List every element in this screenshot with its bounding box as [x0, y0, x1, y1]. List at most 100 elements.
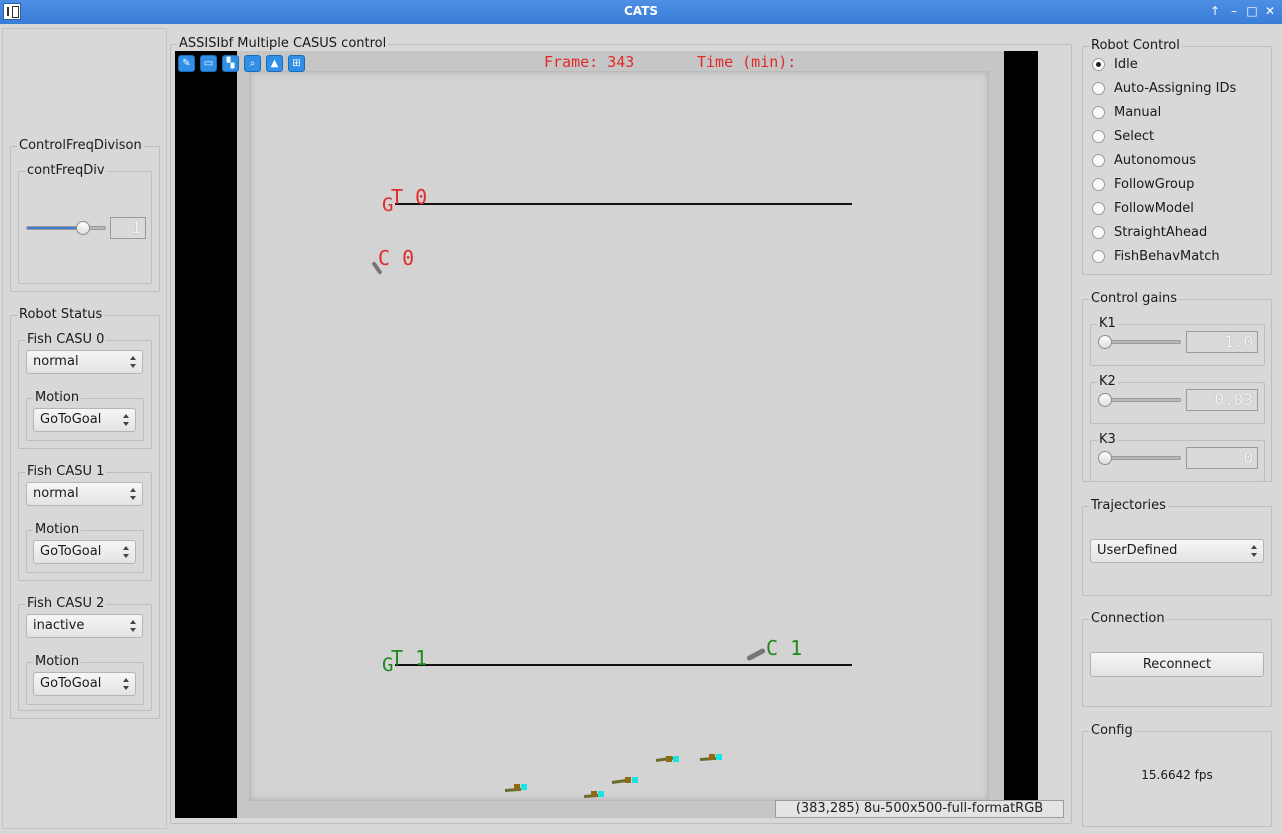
goal-1-g-label: G [382, 654, 394, 676]
chevron-updown-icon [130, 356, 137, 368]
cont-freq-slider-handle[interactable] [75, 221, 90, 235]
gain-slider-handle[interactable] [1098, 451, 1112, 465]
zoom-fit-icon[interactable]: ▲ [266, 55, 283, 72]
fish-head [673, 756, 679, 762]
time-label: Time (min): [697, 53, 797, 71]
control-gains-title: Control gains [1089, 291, 1179, 307]
viewer-title: ASSISIbf Multiple CASUS control [177, 36, 389, 52]
gain-slider-handle[interactable] [1098, 393, 1112, 407]
radio-button[interactable] [1092, 154, 1105, 167]
chevron-updown-icon [123, 414, 130, 426]
cont-freq-lcd: 1 [110, 217, 146, 239]
arena-floor [249, 71, 989, 801]
gain-label: K2 [1097, 374, 1118, 390]
fish-casu-1-title: Fish CASU 1 [25, 464, 107, 480]
fish-casu-0-mode-value: normal [33, 354, 79, 369]
robot-control-option[interactable]: Idle [1092, 55, 1262, 75]
goal-1-line [395, 664, 852, 666]
chevron-updown-icon [1251, 545, 1258, 557]
fish-casu-1-motion-value: GoToGoal [40, 544, 102, 559]
fish-head [632, 777, 638, 783]
window-title: CATS [624, 4, 658, 18]
zoom-icon[interactable]: ⌕ [244, 55, 261, 72]
robot-control-title: Robot Control [1089, 38, 1182, 54]
radio-button[interactable] [1092, 226, 1105, 239]
monitor-icon[interactable]: ▭ [200, 55, 217, 72]
radio-button[interactable] [1092, 106, 1105, 119]
fish-casu-0-motion-select[interactable]: GoToGoal [33, 408, 136, 432]
image-status-bar: (383,285) 8u-500x500-full-formatRGB [775, 800, 1064, 818]
robot-control-option[interactable]: Select [1092, 127, 1262, 147]
gain-lcd: 1.0 [1186, 331, 1258, 353]
radio-label: Select [1114, 129, 1155, 144]
window-title-bar: CATS ↑ – □ ✕ [0, 0, 1282, 24]
fish-casu-1-motion-select[interactable]: GoToGoal [33, 540, 136, 564]
keep-above-icon[interactable]: ↑ [1207, 3, 1223, 19]
radio-button[interactable] [1092, 250, 1105, 263]
radio-label: StraightAhead [1114, 225, 1208, 240]
fish-casu-1-mode-value: normal [33, 486, 79, 501]
fish-body [514, 784, 520, 790]
fish-casu-2-mode-select[interactable]: inactive [26, 614, 143, 638]
trajectories-title: Trajectories [1089, 498, 1168, 514]
fish-head [521, 784, 527, 790]
fish-casu-2-motion-value: GoToGoal [40, 676, 102, 691]
gain-label: K3 [1097, 432, 1118, 448]
goal-1-label: T 1 [391, 646, 428, 670]
cont-freq-div-title: contFreqDiv [25, 163, 107, 179]
close-icon[interactable]: ✕ [1262, 3, 1278, 19]
fish-casu-0-motion-value: GoToGoal [40, 412, 102, 427]
fish-casu-1-motion-title: Motion [33, 522, 82, 538]
fish-body [625, 777, 631, 783]
radio-label: Manual [1114, 105, 1162, 120]
connection-title: Connection [1089, 611, 1167, 627]
radio-label: Autonomous [1114, 153, 1197, 168]
fish-casu-2-mode-value: inactive [33, 618, 85, 633]
control-freq-title: ControlFreqDivison [17, 138, 144, 154]
chevron-updown-icon [130, 620, 137, 632]
maximize-icon[interactable]: □ [1244, 3, 1260, 19]
robot-control-option[interactable]: Auto-Assigning IDs [1092, 79, 1262, 99]
fish-body [591, 791, 597, 797]
fish-casu-2-title: Fish CASU 2 [25, 596, 107, 612]
windows-icon[interactable]: ▚ [222, 55, 239, 72]
trajectories-select[interactable]: UserDefined [1090, 539, 1264, 563]
fish-body [709, 754, 715, 760]
trajectories-value: UserDefined [1097, 543, 1178, 558]
radio-button[interactable] [1092, 82, 1105, 95]
chevron-updown-icon [123, 678, 130, 690]
chevron-updown-icon [123, 546, 130, 558]
cont-freq-slider[interactable] [26, 226, 106, 230]
wrench-icon[interactable]: ✎ [178, 55, 195, 72]
radio-label: FishBehavMatch [1114, 249, 1220, 264]
fish-casu-0-mode-select[interactable]: normal [26, 350, 143, 374]
radio-label: Auto-Assigning IDs [1114, 81, 1237, 96]
robot-control-option[interactable]: FollowGroup [1092, 175, 1262, 195]
gain-lcd: 0.03 [1186, 389, 1258, 411]
fish-body [666, 756, 672, 762]
frame-label: Frame: 343 [544, 53, 635, 71]
fish-casu-0-title: Fish CASU 0 [25, 332, 107, 348]
robot-control-option[interactable]: FishBehavMatch [1092, 247, 1262, 267]
fish-head [598, 791, 604, 797]
fish-casu-2-motion-select[interactable]: GoToGoal [33, 672, 136, 696]
minimize-icon[interactable]: – [1226, 3, 1242, 19]
gain-slider-handle[interactable] [1098, 335, 1112, 349]
robot-control-option[interactable]: FollowModel [1092, 199, 1262, 219]
fullscreen-icon[interactable]: ⊞ [288, 55, 305, 72]
robot-control-option[interactable]: Manual [1092, 103, 1262, 123]
radio-button[interactable] [1092, 202, 1105, 215]
goal-0-line [395, 203, 852, 205]
robot-status-title: Robot Status [17, 307, 105, 323]
robot-control-option[interactable]: Autonomous [1092, 151, 1262, 171]
fish-casu-2-motion-title: Motion [33, 654, 82, 670]
casu-1-label: C 1 [766, 636, 803, 660]
goal-0-label: T 0 [391, 185, 428, 209]
fish-casu-1-mode-select[interactable]: normal [26, 482, 143, 506]
radio-button[interactable] [1092, 178, 1105, 191]
gain-label: K1 [1097, 316, 1118, 332]
reconnect-button[interactable]: Reconnect [1090, 652, 1264, 677]
radio-button[interactable] [1092, 130, 1105, 143]
radio-button[interactable] [1092, 58, 1105, 71]
robot-control-option[interactable]: StraightAhead [1092, 223, 1262, 243]
